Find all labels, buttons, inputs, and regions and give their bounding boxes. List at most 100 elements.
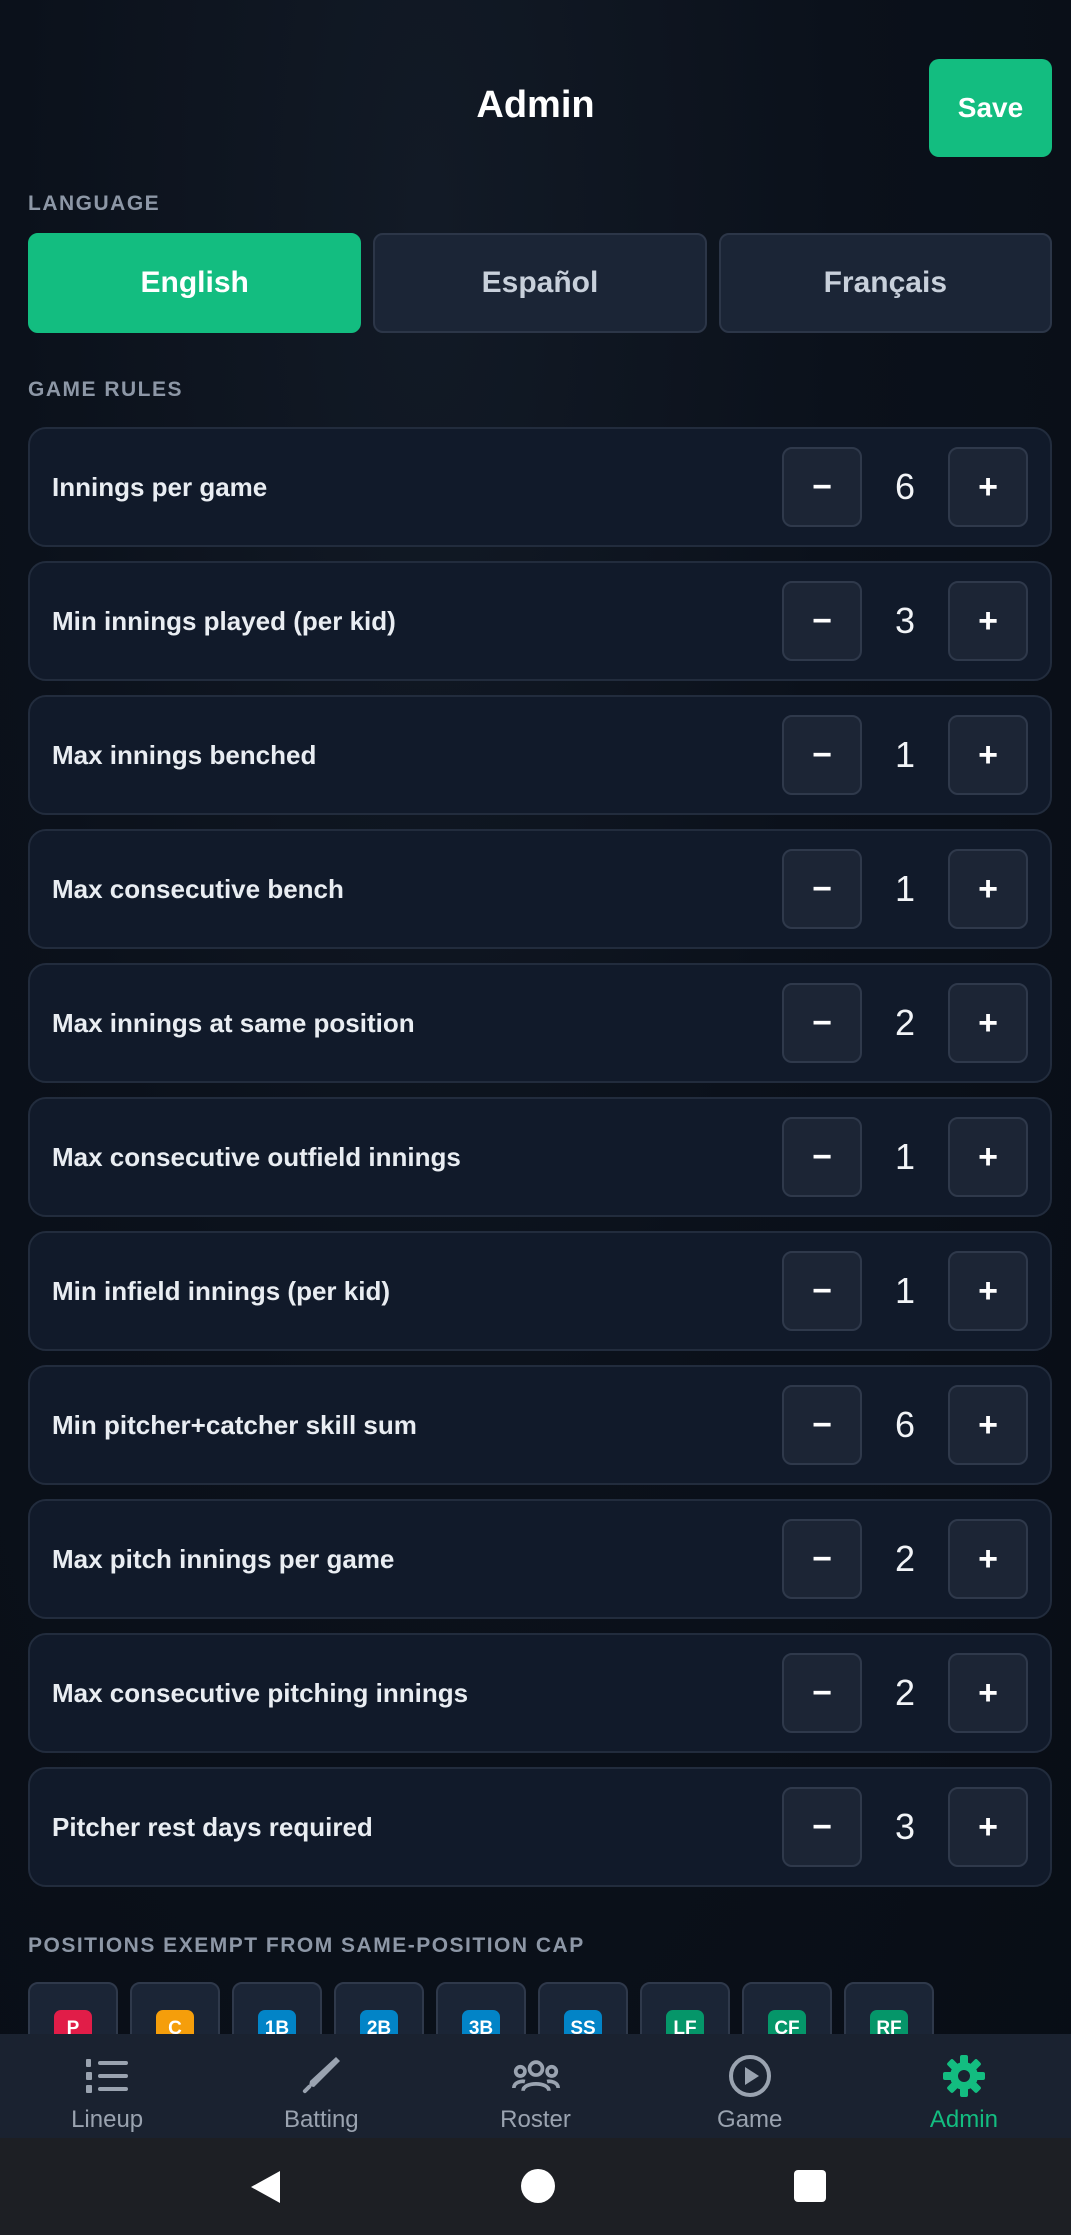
decrement-button[interactable]: − [782, 1653, 862, 1733]
max-consecutive-bench-stepper: − 1 + [782, 849, 1032, 929]
back-icon[interactable] [248, 2169, 282, 2210]
position-badge: 3B [462, 2010, 500, 2034]
tab-label: Lineup [71, 2106, 144, 2133]
rule-value: 1 [894, 734, 916, 775]
rule-label: Innings per game [52, 471, 268, 502]
rule-label: Max innings benched [52, 739, 317, 770]
tab-batting[interactable]: Batting [214, 2034, 428, 2138]
bat-icon [297, 2052, 345, 2100]
position-chip-cf[interactable]: CF [742, 1982, 832, 2034]
innings-per-game-stepper: − 6 + [782, 447, 1032, 527]
recent-apps-icon[interactable] [794, 2170, 826, 2202]
decrement-button[interactable]: − [782, 1385, 862, 1465]
rule-max-consecutive-outfield: Max consecutive outfield innings − 1 + [28, 1097, 1052, 1217]
rule-max-pitch-innings: Max pitch innings per game − 2 + [28, 1499, 1052, 1619]
rule-min-innings-played: Min innings played (per kid) − 3 + [28, 561, 1052, 681]
position-chip-p[interactable]: P [28, 1982, 118, 2034]
rule-value: 3 [894, 1806, 916, 1847]
rule-min-infield-innings: Min infield innings (per kid) − 1 + [28, 1231, 1052, 1351]
min-infield-innings-stepper: − 1 + [782, 1251, 1032, 1331]
tab-roster[interactable]: Roster [428, 2034, 642, 2138]
tab-game[interactable]: Game [643, 2034, 857, 2138]
tab-label: Batting [283, 2106, 359, 2133]
save-button[interactable]: Save [929, 59, 1052, 157]
position-badge: P [54, 2010, 92, 2034]
rule-max-innings-benched: Max innings benched − 1 + [28, 695, 1052, 815]
users-icon [511, 2052, 560, 2100]
play-circle-icon [726, 2052, 774, 2100]
gear-icon [940, 2052, 988, 2100]
position-badge: LF [666, 2010, 704, 2034]
home-icon[interactable] [521, 2169, 555, 2203]
rule-value: 1 [894, 1136, 916, 1177]
decrement-button[interactable]: − [782, 983, 862, 1063]
rule-label: Pitcher rest days required [52, 1811, 373, 1842]
increment-button[interactable]: + [948, 1519, 1028, 1599]
rule-value: 1 [894, 1270, 916, 1311]
decrement-button[interactable]: − [782, 581, 862, 661]
language-section-label: LANGUAGE [28, 192, 161, 215]
increment-button[interactable]: + [948, 1653, 1028, 1733]
tab-admin[interactable]: Admin [857, 2034, 1071, 2138]
increment-button[interactable]: + [948, 447, 1028, 527]
increment-button[interactable]: + [948, 1117, 1028, 1197]
increment-button[interactable]: + [948, 1385, 1028, 1465]
rule-max-innings-same-position: Max innings at same position − 2 + [28, 963, 1052, 1083]
rule-label: Max pitch innings per game [52, 1543, 395, 1574]
position-badge: CF [768, 2010, 806, 2034]
rule-value: 2 [894, 1538, 916, 1579]
rule-label: Max innings at same position [52, 1007, 415, 1038]
rule-max-consecutive-bench: Max consecutive bench − 1 + [28, 829, 1052, 949]
language-selector: English Español Français [28, 233, 1052, 333]
decrement-button[interactable]: − [782, 849, 862, 929]
rule-innings-per-game: Innings per game − 6 + [28, 427, 1052, 547]
increment-button[interactable]: + [948, 581, 1028, 661]
language-option-francais[interactable]: Français [718, 233, 1052, 333]
min-pitcher-catcher-skill-stepper: − 6 + [782, 1385, 1032, 1465]
max-pitch-innings-stepper: − 2 + [782, 1519, 1032, 1599]
tab-lineup[interactable]: Lineup [0, 2034, 214, 2138]
position-chip-c[interactable]: C [130, 1982, 220, 2034]
position-chip-2b[interactable]: 2B [334, 1982, 424, 2034]
decrement-button[interactable]: − [782, 1117, 862, 1197]
position-badge: SS [564, 2010, 602, 2034]
position-chip-3b[interactable]: 3B [436, 1982, 526, 2034]
position-chip-ss[interactable]: SS [538, 1982, 628, 2034]
tab-label: Game [717, 2106, 783, 2133]
rule-value: 6 [894, 466, 916, 507]
rule-value: 6 [894, 1404, 916, 1445]
position-chip-1b[interactable]: 1B [232, 1982, 322, 2034]
decrement-button[interactable]: − [782, 1787, 862, 1867]
position-chip-rf[interactable]: RF [844, 1982, 934, 2034]
max-consecutive-pitching-stepper: − 2 + [782, 1653, 1032, 1733]
rule-label: Min innings played (per kid) [52, 605, 396, 636]
position-chip-lf[interactable]: LF [640, 1982, 730, 2034]
increment-button[interactable]: + [948, 1787, 1028, 1867]
position-badge: C [156, 2010, 194, 2034]
language-option-espanol[interactable]: Español [373, 233, 707, 333]
max-innings-benched-stepper: − 1 + [782, 715, 1032, 795]
bottom-tab-bar: Lineup Batting Roster Game Admin [0, 2034, 1071, 2138]
increment-button[interactable]: + [948, 983, 1028, 1063]
rule-value: 2 [894, 1002, 916, 1043]
rule-label: Max consecutive pitching innings [52, 1677, 469, 1708]
page-title: Admin [476, 84, 595, 126]
exempt-positions-section-label: POSITIONS EXEMPT FROM SAME-POSITION CAP [28, 1934, 585, 1957]
decrement-button[interactable]: − [782, 715, 862, 795]
decrement-button[interactable]: − [782, 447, 862, 527]
decrement-button[interactable]: − [782, 1251, 862, 1331]
tab-label: Admin [929, 2106, 998, 2133]
game-rules-list: Innings per game − 6 + Min innings playe… [28, 427, 1052, 1901]
increment-button[interactable]: + [948, 715, 1028, 795]
header: Admin Save [0, 0, 1071, 190]
max-consecutive-outfield-stepper: − 1 + [782, 1117, 1032, 1197]
position-badge: 2B [360, 2010, 398, 2034]
list-ordered-icon [83, 2052, 131, 2100]
increment-button[interactable]: + [948, 1251, 1028, 1331]
increment-button[interactable]: + [948, 849, 1028, 929]
decrement-button[interactable]: − [782, 1519, 862, 1599]
rule-min-pitcher-catcher-skill: Min pitcher+catcher skill sum − 6 + [28, 1365, 1052, 1485]
tab-label: Roster [500, 2106, 571, 2133]
language-option-english[interactable]: English [28, 233, 362, 333]
rule-label: Max consecutive bench [52, 873, 344, 904]
